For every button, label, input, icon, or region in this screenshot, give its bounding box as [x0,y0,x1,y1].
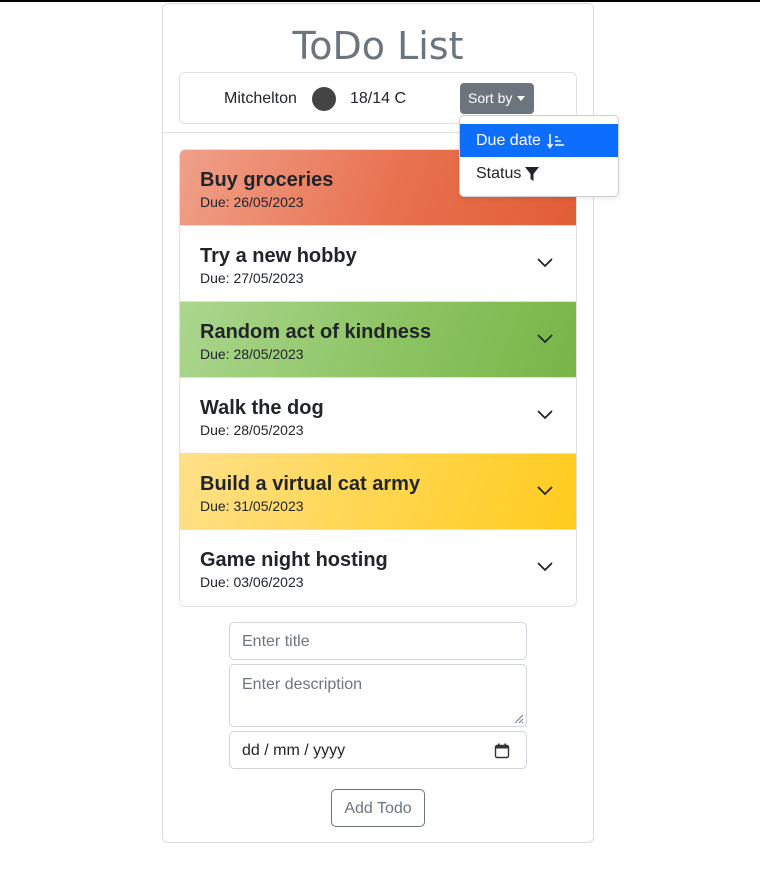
page-title: ToDo List [292,24,464,68]
todo-due-date: Due: 28/05/2023 [200,346,304,362]
todo-due-date: Due: 27/05/2023 [200,270,304,286]
chevron-down-icon[interactable] [536,484,554,496]
todo-due-date: Due: 26/05/2023 [200,194,304,210]
sort-option-label: Due date [476,132,541,149]
sort-option-status[interactable]: Status [460,157,618,190]
sort-dropdown-menu: Due date Status [459,115,619,197]
sort-by-button[interactable]: Sort by [460,83,534,114]
sort-option-due-date[interactable]: Due date [460,124,618,157]
todo-title: Buy groceries [200,169,334,191]
sort-option-label: Status [476,165,522,182]
top-border [0,0,760,2]
todo-item[interactable]: Try a new hobby Due: 27/05/2023 [180,226,576,302]
chevron-down-icon[interactable] [536,332,554,344]
caret-down-icon [517,96,525,101]
filter-icon [525,167,539,181]
todo-due-date: Due: 03/06/2023 [200,574,304,590]
todo-item[interactable]: Random act of kindness Due: 28/05/2023 [180,302,576,378]
description-placeholder: Enter description [242,676,363,693]
chevron-down-icon[interactable] [536,560,554,572]
sort-ascending-icon [546,134,564,149]
date-value: dd / mm / yyyy [242,742,346,759]
todo-title: Build a virtual cat army [200,473,421,495]
todo-title: Try a new hobby [200,245,357,267]
title-input[interactable]: Enter title [229,622,527,660]
todo-item[interactable]: Build a virtual cat army Due: 31/05/2023 [180,454,576,530]
todo-item[interactable]: Game night hosting Due: 03/06/2023 [180,530,576,606]
todo-title: Walk the dog [200,397,324,419]
todo-due-date: Due: 31/05/2023 [200,498,304,514]
weather-circle-icon [312,87,336,111]
todo-title: Random act of kindness [200,321,432,343]
resize-handle-icon[interactable] [512,712,524,724]
add-todo-button[interactable]: Add Todo [331,789,425,827]
todo-list: Buy groceries Due: 26/05/2023 Try a new … [179,149,577,607]
sort-by-label: Sort by [468,90,513,106]
calendar-icon[interactable] [494,743,510,759]
weather-temperature: 18/14 C [350,90,407,107]
todo-item[interactable]: Walk the dog Due: 28/05/2023 [180,378,576,454]
chevron-down-icon[interactable] [536,256,554,268]
due-date-input[interactable]: dd / mm / yyyy [229,731,527,769]
chevron-down-icon[interactable] [536,408,554,420]
todo-due-date: Due: 28/05/2023 [200,422,304,438]
description-textarea[interactable]: Enter description [229,664,527,727]
todo-title: Game night hosting [200,549,388,571]
weather-location: Mitchelton [224,90,297,107]
